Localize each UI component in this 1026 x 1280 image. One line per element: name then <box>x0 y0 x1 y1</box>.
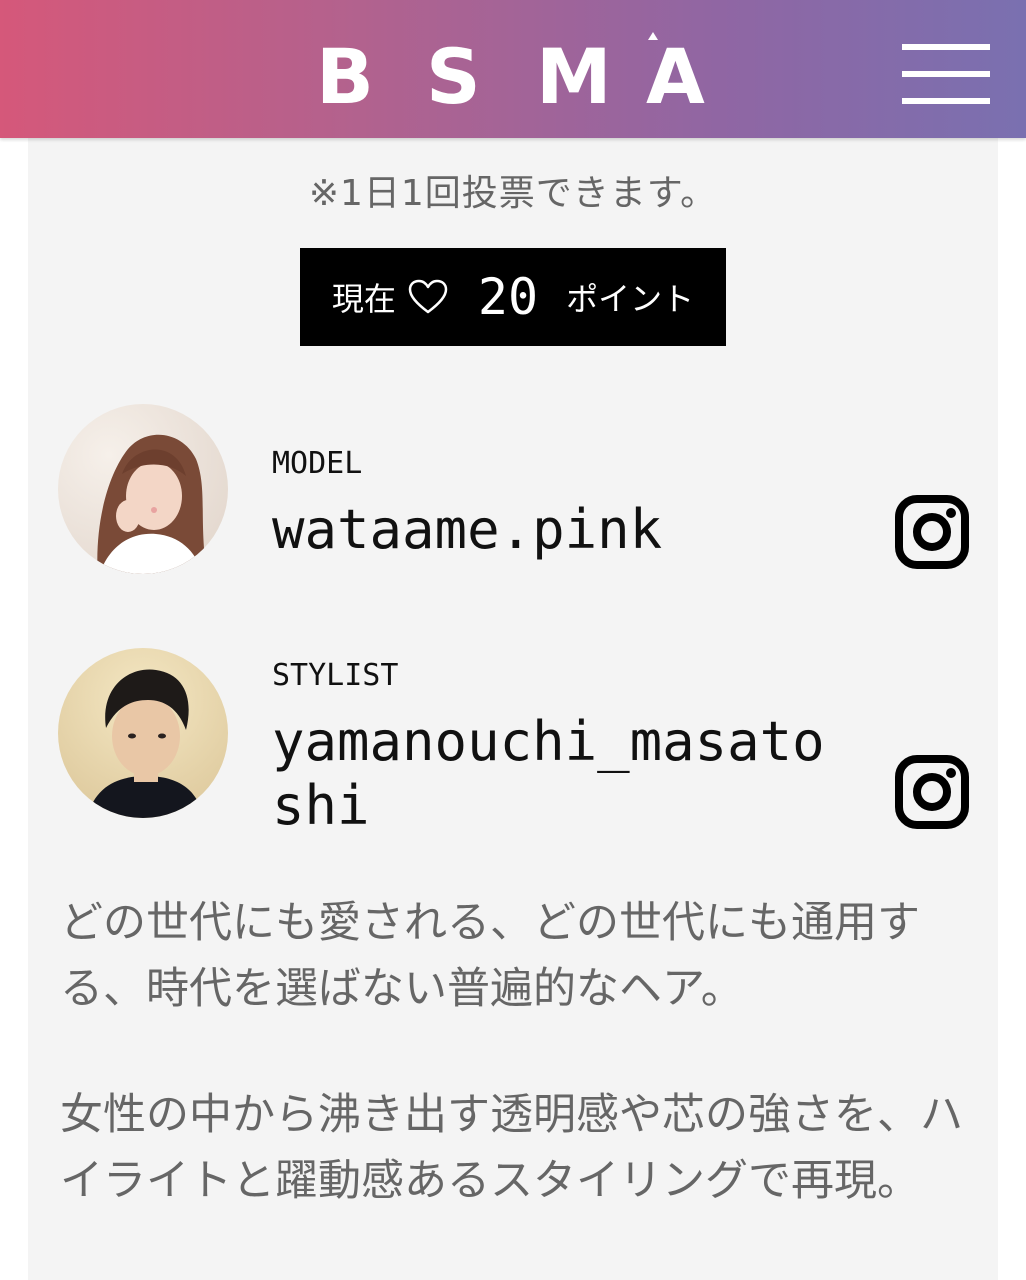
stylist-handle[interactable]: yamanouchi_masatoshi <box>272 710 842 838</box>
hamburger-menu-icon[interactable] <box>902 42 990 106</box>
instagram-icon[interactable] <box>894 494 970 570</box>
brand-accent-mark <box>648 32 658 40</box>
points-badge: 現在 20 ポイント <box>300 248 726 346</box>
brand-letter-s: S <box>426 32 481 121</box>
heart-outline-icon <box>408 279 448 315</box>
brand-logo[interactable]: B S M A <box>316 32 716 121</box>
site-header: B S M A <box>0 0 1026 138</box>
brand-letter-m: M <box>536 32 612 121</box>
model-handle[interactable]: wataame.pink <box>272 498 842 562</box>
model-avatar <box>58 404 228 574</box>
points-value: 20 <box>477 268 539 326</box>
menu-bar-bottom <box>902 98 990 104</box>
instagram-icon[interactable] <box>894 754 970 830</box>
brand-letter-b: B <box>316 32 374 121</box>
brand-letter-a: A <box>646 32 705 121</box>
points-suffix: ポイント <box>566 280 695 318</box>
style-description-paragraph-1: どの世代にも愛される、どの世代にも通用する、時代を選ばない普遍的なヘア。 <box>60 898 920 1014</box>
points-prefix: 現在 <box>331 280 396 318</box>
menu-bar-middle <box>902 71 990 77</box>
vote-notice: ※1日1回投票できます。 <box>308 173 718 214</box>
menu-bar-top <box>902 44 990 50</box>
model-role-label: MODEL <box>272 446 363 481</box>
entry-detail-panel: ※1日1回投票できます。 現在 20 ポイント MODEL wataame.pi… <box>28 138 998 1280</box>
stylist-avatar <box>58 648 228 818</box>
stylist-role-label: STYLIST <box>272 658 399 693</box>
style-description-paragraph-2: 女性の中から沸き出す透明感や芯の強さを、ハイライトと躍動感あるスタイリングで再現… <box>60 1090 963 1206</box>
page: B S M A ※1日1回投票できます。 現在 20 ポイント MODEL wa… <box>0 0 1026 1280</box>
